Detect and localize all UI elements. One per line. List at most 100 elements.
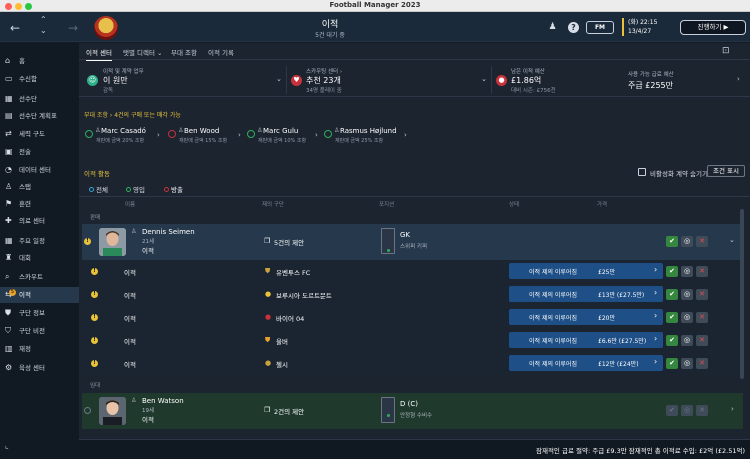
player-name[interactable]: Dennis Seimen bbox=[142, 228, 195, 236]
clause-target-card[interactable]: ♙ Ben Wood 재판매 금액 15% 조항 › bbox=[167, 125, 245, 147]
accept-icon[interactable]: ✔ bbox=[666, 266, 678, 277]
offer-status-pill[interactable]: 이적 제의 이루어짐 £12만 (£24만) › bbox=[509, 355, 663, 371]
sidebar-item-medical[interactable]: ✚ 의료 센터 bbox=[0, 213, 79, 229]
sidebar-item-club-vision[interactable]: ⛉ 구단 비전 bbox=[0, 323, 79, 339]
sidebar-item-finances[interactable]: ▥ 재정 bbox=[0, 341, 79, 357]
reject-icon[interactable]: ✕ bbox=[696, 358, 708, 369]
sidebar-item-home[interactable]: ⌂ 홈 bbox=[0, 53, 79, 69]
chevron-down-icon[interactable]: ⌄ bbox=[40, 26, 47, 35]
wage-budget-value[interactable]: 주급 £255만 bbox=[628, 80, 673, 91]
sidebar-item-schedule[interactable]: ▦ 주요 일정 bbox=[0, 233, 79, 249]
scrollbar[interactable] bbox=[740, 209, 744, 379]
sidebar-item-training[interactable]: ⚑ 훈련 bbox=[0, 196, 79, 212]
scouting-label[interactable]: 스카우팅 센터 › bbox=[306, 67, 342, 75]
accept-icon[interactable]: ✔ bbox=[666, 236, 678, 247]
reject-icon[interactable]: ✕ bbox=[696, 236, 708, 247]
scouting-value[interactable]: 추천 23개 bbox=[306, 75, 341, 86]
reject-icon[interactable]: ✕ bbox=[696, 335, 708, 346]
subtab-all[interactable]: 전체 bbox=[89, 184, 108, 194]
wage-budget-arrow-icon[interactable]: › bbox=[737, 75, 740, 83]
col-header-name[interactable]: 이름 bbox=[125, 200, 135, 208]
table-row[interactable]: ! ♙ Dennis Seimen 21세 이적 ❐ 5건의 제안 GK 스위퍼… bbox=[82, 224, 743, 260]
offers-count[interactable]: 2건의 제안 bbox=[274, 406, 304, 416]
chevron-up-icon[interactable]: ⌃ bbox=[40, 15, 47, 24]
negotiate-icon[interactable]: ◎ bbox=[681, 358, 693, 369]
negotiate-icon[interactable]: ◎ bbox=[681, 312, 693, 323]
manager-icon[interactable]: ♟ bbox=[547, 22, 558, 33]
sidebar-item-tactics[interactable]: ▣ 전술 bbox=[0, 144, 79, 160]
accept-icon[interactable]: ✔ bbox=[666, 335, 678, 346]
offer-status-pill[interactable]: 이적 제의 이루어짐 £6.6만 (£27.5만) › bbox=[509, 332, 663, 348]
subtab-incoming[interactable]: 영입 bbox=[126, 184, 145, 194]
sidebar-item-squad-plan[interactable]: ▤ 선수단 계획표 bbox=[0, 108, 79, 124]
offer-status-pill[interactable]: 이적 제의 이루어짐 £20만 › bbox=[509, 309, 663, 325]
tab-director[interactable]: 탯별 디렉터 ⌄ bbox=[123, 47, 162, 57]
sidebar-item-transfers[interactable]: ⇆ 5 이적 bbox=[0, 287, 79, 303]
club-name[interactable]: 첼시 bbox=[276, 359, 288, 369]
table-row[interactable]: ! 이적 유벤투스 FC ⛊ 이적 제의 이루어짐 £25만 › ✔ ◎ ✕ bbox=[82, 261, 743, 282]
offers-count[interactable]: 5건의 제안 bbox=[274, 237, 304, 247]
hide-expired-checkbox[interactable] bbox=[638, 168, 646, 176]
tab-transfer-centre[interactable]: 이적 센터 bbox=[86, 47, 112, 61]
contracts-dropdown-icon[interactable]: ⌄ bbox=[276, 75, 282, 83]
hide-expired-label[interactable]: 비활성화 계약 숨기기 bbox=[650, 168, 708, 178]
table-row[interactable]: ! 이적 보루시아 도르트문트 ● 이적 제의 이루어짐 £13만 (£27.5… bbox=[82, 284, 743, 305]
sidebar-item-staff[interactable]: ♙ 스탭 bbox=[0, 179, 79, 195]
game-date[interactable]: (화) 22:15 13/4/27 bbox=[622, 18, 657, 36]
clause-target-card[interactable]: ♙ Rasmus Højlund 재판매 금액 25% 조항 › bbox=[323, 125, 411, 147]
help-icon[interactable]: ? bbox=[568, 22, 579, 33]
reject-icon[interactable]: ✕ bbox=[696, 405, 708, 416]
scouting-dropdown-icon[interactable]: ⌄ bbox=[481, 75, 487, 83]
collapse-sidebar-icon[interactable]: ⌞ bbox=[5, 441, 9, 450]
continue-button[interactable]: 진행하기 ▶ bbox=[680, 20, 746, 35]
player-name[interactable]: Ben Watson bbox=[142, 397, 184, 405]
contracts-value[interactable]: 이 원만 bbox=[103, 75, 128, 86]
table-row[interactable]: ! 이적 첼시 ● 이적 제의 이루어짐 £12만 (£24만) › ✔ ◎ ✕ bbox=[82, 353, 743, 374]
col-header-fee[interactable]: 가격 bbox=[597, 200, 607, 208]
accept-icon[interactable]: ✔ bbox=[666, 405, 678, 416]
club-name[interactable]: 울버 bbox=[276, 336, 288, 346]
col-header-status[interactable]: 상태 bbox=[509, 200, 519, 208]
sidebar-item-squad[interactable]: ▦ 선수단 bbox=[0, 91, 79, 107]
forward-arrow-icon[interactable]: → bbox=[68, 21, 78, 35]
filter-button[interactable]: 조건 표시 bbox=[707, 165, 745, 177]
sidebar-item-dynamics[interactable]: ⇄ 세력 구도 bbox=[0, 126, 79, 142]
club-name[interactable]: 유벤투스 FC bbox=[276, 267, 310, 277]
negotiate-icon[interactable]: ◎ bbox=[681, 236, 693, 247]
accept-icon[interactable]: ✔ bbox=[666, 289, 678, 300]
sidebar-item-competitions[interactable]: ♜ 대회 bbox=[0, 250, 79, 266]
transfer-budget-value[interactable]: £1.86억 bbox=[511, 75, 541, 86]
chevron-right-icon[interactable]: › bbox=[731, 405, 734, 413]
sidebar-item-data-hub[interactable]: ◔ 데이터 센터 bbox=[0, 162, 79, 178]
camera-icon[interactable]: ⊡ bbox=[722, 46, 730, 56]
offer-status-pill[interactable]: 이적 제의 이루어짐 £25만 › bbox=[509, 263, 663, 279]
back-arrow-icon[interactable]: ← bbox=[10, 21, 20, 35]
negotiate-icon[interactable]: ◎ bbox=[681, 335, 693, 346]
clause-target-card[interactable]: ♙ Marc Gulu 재판매 금액 10% 조항 › bbox=[246, 125, 322, 147]
sidebar-item-club-info[interactable]: ⛊ 구단 정보 bbox=[0, 305, 79, 321]
fm-menu-button[interactable]: FM bbox=[586, 21, 614, 34]
col-header-position[interactable]: 포지션 bbox=[379, 200, 394, 208]
club-crest[interactable] bbox=[94, 16, 118, 40]
tab-clauses[interactable]: 부대 조항 bbox=[171, 47, 197, 57]
accept-icon[interactable]: ✔ bbox=[666, 358, 678, 369]
table-row[interactable]: ♙ Ben Watson 19세 이적 ❐ 2건의 제안 D (C) 안정형 수… bbox=[82, 393, 743, 429]
clause-target-card[interactable]: ♙ Marc Casadó 재판매 금액 20% 조항 › bbox=[84, 125, 164, 147]
offer-status-pill[interactable]: 이적 제의 이루어짐 £13만 (£27.5만) › bbox=[509, 286, 663, 302]
chevron-down-icon[interactable]: ⌄ bbox=[729, 236, 735, 244]
table-row[interactable]: ! 이적 울버 ⛊ 이적 제의 이루어짐 £6.6만 (£27.5만) › ✔ … bbox=[82, 330, 743, 351]
club-name[interactable]: 보루시아 도르트문트 bbox=[276, 290, 332, 300]
sidebar-item-development[interactable]: ⚙ 육성 센터 bbox=[0, 360, 79, 376]
clauses-alert[interactable]: 부대 조항 › 4건의 구매 또는 매각 가능 bbox=[84, 110, 181, 119]
sidebar-item-scouting[interactable]: ⌕ 스카우트 bbox=[0, 269, 79, 285]
negotiate-icon[interactable]: ◎ bbox=[681, 266, 693, 277]
reject-icon[interactable]: ✕ bbox=[696, 312, 708, 323]
negotiate-icon[interactable]: ◎ bbox=[681, 405, 693, 416]
col-header-offers[interactable]: 제의 구단 bbox=[262, 200, 284, 208]
club-name[interactable]: 바이어 04 bbox=[276, 313, 304, 323]
sidebar-item-inbox[interactable]: ▭ 수신함 bbox=[0, 71, 79, 87]
reject-icon[interactable]: ✕ bbox=[696, 289, 708, 300]
accept-icon[interactable]: ✔ bbox=[666, 312, 678, 323]
reject-icon[interactable]: ✕ bbox=[696, 266, 708, 277]
table-row[interactable]: ! 이적 바이어 04 ● 이적 제의 이루어짐 £20만 › ✔ ◎ ✕ bbox=[82, 307, 743, 328]
